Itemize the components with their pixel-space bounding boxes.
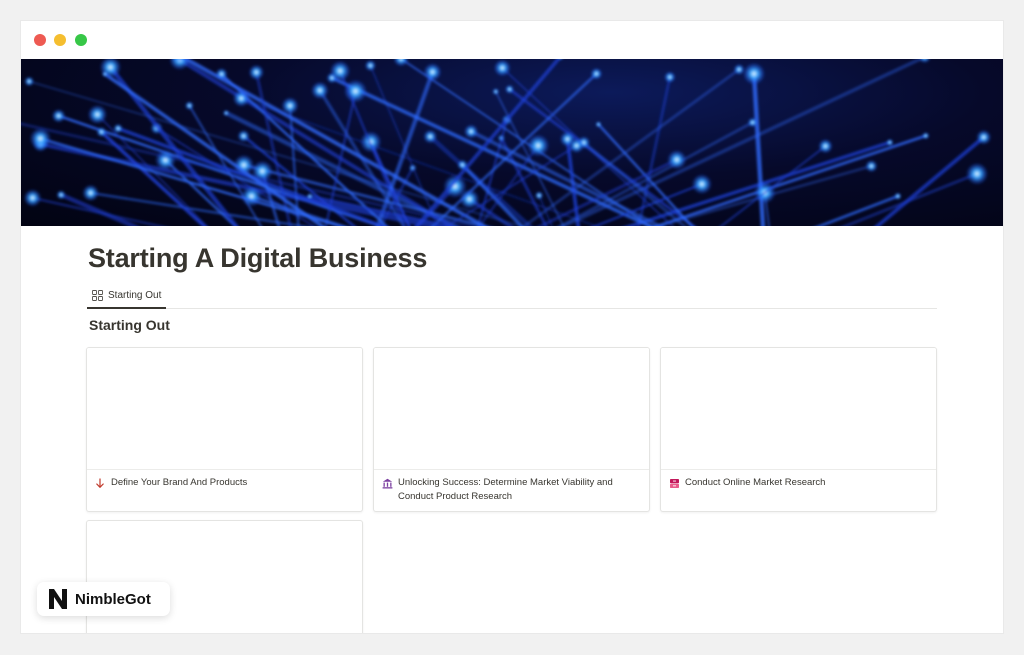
card-preview (661, 348, 936, 470)
page-title: Starting A Digital Business (88, 243, 428, 273)
card-preview (87, 348, 362, 470)
page-cover-image[interactable] (21, 59, 1003, 226)
card-footer: Conduct Online Market Research (661, 476, 936, 490)
fiber-optic-cover-image (21, 59, 992, 226)
app-window: Starting A Digital Business Starting Out… (21, 21, 1003, 633)
section-heading: Starting Out (89, 317, 170, 333)
card-footer: Define Your Brand And Products (87, 476, 362, 490)
gallery-grid-icon (92, 289, 103, 301)
card-title: Define Your Brand And Products (111, 477, 248, 488)
card-footer: Unlocking Success: Determine Market Viab… (374, 476, 649, 504)
gallery-card-online-research[interactable]: Conduct Online Market Research (660, 347, 937, 512)
file-cabinet-icon (668, 477, 680, 489)
nimblegot-logo-icon (49, 589, 67, 609)
badge-label: NimbleGot (75, 590, 151, 608)
title-bar (21, 21, 1003, 59)
card-title: Conduct Online Market Research (685, 477, 826, 488)
gallery-card-market-viability[interactable]: Unlocking Success: Determine Market Viab… (373, 347, 650, 512)
gallery-card-partial[interactable] (86, 520, 363, 633)
minimize-window-button[interactable] (54, 34, 66, 46)
bank-icon (381, 477, 393, 489)
card-title: Unlocking Success: Determine Market Viab… (398, 477, 613, 502)
view-tab-bar: Starting Out (87, 283, 937, 309)
tab-label: Starting Out (108, 289, 162, 301)
arrow-down-icon (94, 477, 106, 489)
maximize-window-button[interactable] (75, 34, 87, 46)
gallery-card-define-brand[interactable]: Define Your Brand And Products (86, 347, 363, 512)
nimblegot-badge[interactable]: NimbleGot (37, 582, 170, 616)
card-preview (374, 348, 649, 470)
tab-starting-out[interactable]: Starting Out (87, 283, 167, 309)
close-window-button[interactable] (34, 34, 46, 46)
